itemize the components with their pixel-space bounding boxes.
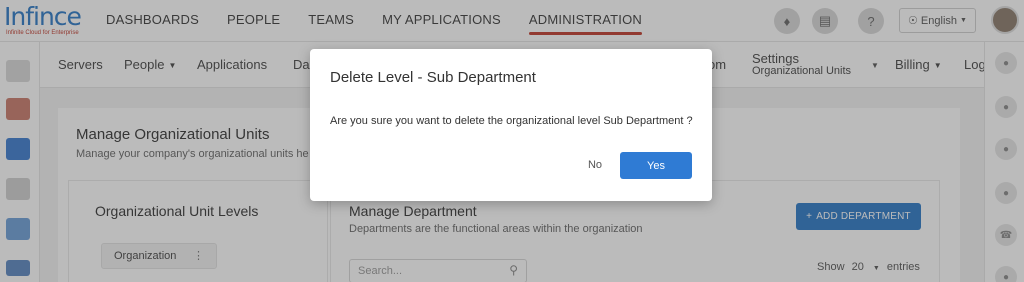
no-button[interactable]: No <box>574 152 616 178</box>
delete-level-dialog: Delete Level - Sub Department Are you su… <box>310 49 712 201</box>
dialog-message: Are you sure you want to delete the orga… <box>330 115 693 127</box>
dialog-title: Delete Level - Sub Department <box>330 69 536 86</box>
yes-button[interactable]: Yes <box>620 152 692 179</box>
